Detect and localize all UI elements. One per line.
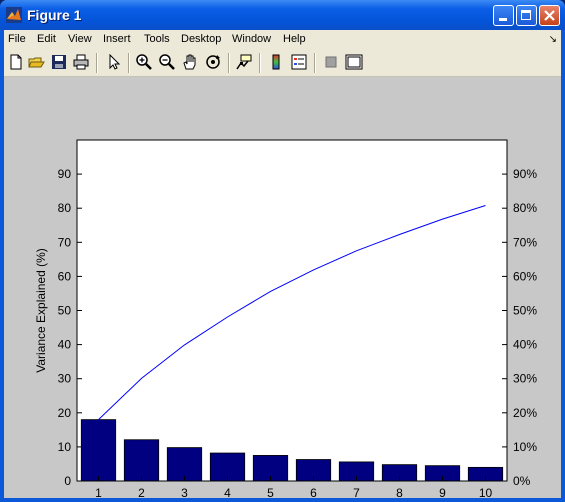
- rotate-3d-icon[interactable]: [204, 53, 222, 71]
- figure-window: Figure 1 File Edit View Insert Tools Des…: [0, 0, 565, 502]
- right-tick-label: 80%: [513, 201, 537, 215]
- x-tick-label: 4: [224, 486, 231, 498]
- maximize-button[interactable]: [516, 5, 537, 26]
- hide-plot-tools-icon[interactable]: [322, 53, 340, 71]
- left-tick-label: 20: [58, 406, 72, 420]
- right-tick-label: 0%: [513, 474, 531, 488]
- x-tick-label: 3: [181, 486, 188, 498]
- pareto-chart[interactable]: 0 0% 10 10% 20 20% 30 30% 40 40% 50 50% 60 60% 70 70% 80…: [4, 77, 561, 498]
- x-tick-label: 10: [479, 486, 493, 498]
- menu-file[interactable]: File: [8, 33, 26, 45]
- toolbar-separator: [314, 53, 316, 73]
- toolbar-separator: [228, 53, 230, 73]
- left-tick-label: 50: [58, 304, 72, 318]
- print-icon[interactable]: [72, 53, 90, 71]
- window-title: Figure 1: [27, 7, 82, 23]
- menu-help[interactable]: Help: [283, 33, 306, 45]
- window-client: File Edit View Insert Tools Desktop Wind…: [4, 30, 561, 498]
- insert-colorbar-icon[interactable]: [267, 53, 285, 71]
- menu-view[interactable]: View: [68, 33, 92, 45]
- new-file-icon[interactable]: [7, 53, 25, 71]
- menu-desktop[interactable]: Desktop: [181, 33, 221, 45]
- left-tick-label: 40: [58, 338, 72, 352]
- right-tick-label: 50%: [513, 304, 537, 318]
- minimize-button[interactable]: [493, 5, 514, 26]
- left-tick-label: 80: [58, 201, 72, 215]
- left-tick-label: 70: [58, 235, 72, 249]
- bar-1: [80, 419, 117, 482]
- open-folder-icon[interactable]: [28, 53, 46, 71]
- menu-insert[interactable]: Insert: [103, 33, 131, 45]
- x-tick-label: 7: [353, 486, 360, 498]
- menu-bar: File Edit View Insert Tools Desktop Wind…: [4, 30, 561, 50]
- right-tick-label: 60%: [513, 269, 537, 283]
- data-cursor-icon[interactable]: [235, 53, 253, 71]
- pan-hand-icon[interactable]: [181, 53, 199, 71]
- left-tick-label: 0: [64, 474, 71, 488]
- menu-window[interactable]: Window: [232, 33, 271, 45]
- menu-tools[interactable]: Tools: [144, 33, 170, 45]
- bar-3: [166, 447, 203, 482]
- title-bar[interactable]: Figure 1: [0, 0, 565, 30]
- zoom-out-icon[interactable]: [158, 53, 176, 71]
- toolbar-separator: [96, 53, 98, 73]
- menu-edit[interactable]: Edit: [37, 33, 56, 45]
- right-tick-label: 70%: [513, 235, 537, 249]
- pointer-arrow-icon[interactable]: [105, 53, 123, 71]
- x-tick-label: 1: [95, 486, 102, 498]
- right-tick-label: 90%: [513, 167, 537, 181]
- matlab-logo-icon: [6, 7, 22, 23]
- x-tick-label: 6: [310, 486, 317, 498]
- save-icon[interactable]: [50, 53, 68, 71]
- x-tick-label: 8: [396, 486, 403, 498]
- bar-2: [123, 439, 160, 482]
- toolbar-separator: [128, 53, 130, 73]
- left-tick-label: 30: [58, 372, 72, 386]
- toolbar-separator: [259, 53, 261, 73]
- figure-toolbar: [4, 50, 561, 77]
- menu-dock-arrow-icon[interactable]: ↘: [549, 34, 557, 45]
- y-axis-label: Variance Explained (%): [34, 248, 48, 373]
- close-button[interactable]: [539, 5, 560, 26]
- show-plot-tools-icon[interactable]: [345, 53, 363, 71]
- left-tick-label: 90: [58, 167, 72, 181]
- right-tick-label: 10%: [513, 440, 537, 454]
- right-tick-label: 20%: [513, 406, 537, 420]
- x-tick-label: 5: [267, 486, 274, 498]
- right-tick-label: 30%: [513, 372, 537, 386]
- insert-legend-icon[interactable]: [290, 53, 308, 71]
- axes-background: [77, 140, 507, 481]
- minimize-icon: [499, 18, 507, 21]
- close-icon: [544, 10, 555, 21]
- figure-canvas[interactable]: 0 0% 10 10% 20 20% 30 30% 40 40% 50 50% 60 60% 70 70% 80…: [4, 77, 561, 498]
- zoom-in-icon[interactable]: [135, 53, 153, 71]
- maximize-icon: [521, 10, 531, 20]
- left-tick-label: 60: [58, 269, 72, 283]
- x-tick-label: 2: [138, 486, 145, 498]
- x-tick-label: 9: [439, 486, 446, 498]
- left-tick-label: 10: [58, 440, 72, 454]
- right-tick-label: 40%: [513, 338, 537, 352]
